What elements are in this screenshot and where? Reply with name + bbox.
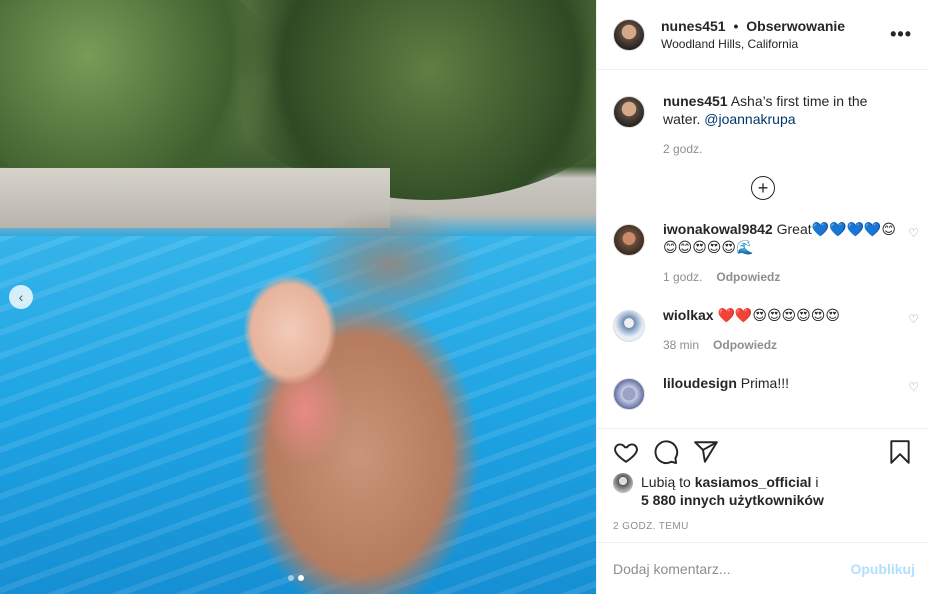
likes-prefix: Lubią to xyxy=(641,474,691,490)
comment-time[interactable]: 1 godz. xyxy=(663,268,702,286)
comments-list[interactable]: nunes451 Asha’s first time in the water.… xyxy=(597,70,928,428)
media-baby xyxy=(225,260,365,460)
post-timestamp[interactable]: 2 GODZ. TEMU xyxy=(613,521,913,532)
avatar[interactable] xyxy=(613,96,645,128)
comment-username[interactable]: wiolkax xyxy=(663,307,714,323)
post-media[interactable]: ‹ xyxy=(0,0,596,594)
comment-text: Prima!!! xyxy=(740,375,790,391)
avatar[interactable] xyxy=(613,378,645,410)
comment-text: ❤️❤️😍😍😍😍😍😍 xyxy=(717,307,840,323)
carousel-dots xyxy=(288,575,304,581)
previous-slide-button[interactable]: ‹ xyxy=(9,285,33,309)
more-options-icon[interactable]: ••• xyxy=(890,24,912,45)
caption: nunes451 Asha’s first time in the water.… xyxy=(597,70,928,158)
likes-others-link[interactable]: 5 880 innych użytkowników xyxy=(641,492,824,508)
chevron-left-icon: ‹ xyxy=(18,289,24,305)
bookmark-icon[interactable] xyxy=(887,439,913,465)
comment-username[interactable]: iwonakowal9842 xyxy=(663,221,773,237)
avatar[interactable] xyxy=(613,18,645,51)
caption-time[interactable]: 2 godz. xyxy=(663,140,702,158)
header-username[interactable]: nunes451 xyxy=(661,18,726,34)
liker-username[interactable]: kasiamos_official xyxy=(695,474,812,490)
post-side-panel: nunes451 • Obserwowanie Woodland Hills, … xyxy=(596,0,928,594)
header-separator: • xyxy=(733,18,739,34)
carousel-dot-active xyxy=(298,575,304,581)
avatar[interactable] xyxy=(613,224,645,256)
comment-composer: Opublikuj xyxy=(597,542,928,594)
follow-status-button[interactable]: Obserwowanie xyxy=(746,18,845,34)
comment-input[interactable] xyxy=(613,560,851,577)
comment-item: wiolkax ❤️❤️😍😍😍😍😍😍 38 min Odpowiedz ♡ xyxy=(597,306,928,354)
comment-icon[interactable] xyxy=(653,439,679,465)
comment-username[interactable]: liloudesign xyxy=(663,375,737,391)
caption-username[interactable]: nunes451 xyxy=(663,93,728,109)
comment-item: liloudesign Prima!!! ♡ xyxy=(597,374,928,410)
caption-mention[interactable]: @joannakrupa xyxy=(704,111,795,127)
like-comment-icon[interactable]: ♡ xyxy=(908,312,919,326)
post-actions: Lubią to kasiamos_official i 5 880 innyc… xyxy=(597,428,928,542)
comment-time[interactable]: 38 min xyxy=(663,336,699,354)
share-icon[interactable] xyxy=(693,439,719,465)
publish-button[interactable]: Opublikuj xyxy=(850,561,915,577)
comment-item: iwonakowal9842 Great💙💙💙💙😊😊😊😍😍😍🌊 1 godz. … xyxy=(597,220,928,286)
avatar[interactable] xyxy=(613,310,645,342)
like-comment-icon[interactable]: ♡ xyxy=(908,380,919,394)
heart-icon[interactable] xyxy=(613,439,639,465)
header-location[interactable]: Woodland Hills, California xyxy=(661,36,890,52)
carousel-dot xyxy=(288,575,294,581)
reply-button[interactable]: Odpowiedz xyxy=(716,268,780,286)
like-comment-icon[interactable]: ♡ xyxy=(908,226,919,240)
reply-button[interactable]: Odpowiedz xyxy=(713,336,777,354)
post-header: nunes451 • Obserwowanie Woodland Hills, … xyxy=(597,0,928,70)
likes-conj: i xyxy=(815,474,819,490)
likes-summary: Lubią to kasiamos_official i 5 880 innyc… xyxy=(613,473,913,509)
liker-avatar[interactable] xyxy=(613,473,633,493)
load-more-comments-icon[interactable]: + xyxy=(751,176,775,200)
